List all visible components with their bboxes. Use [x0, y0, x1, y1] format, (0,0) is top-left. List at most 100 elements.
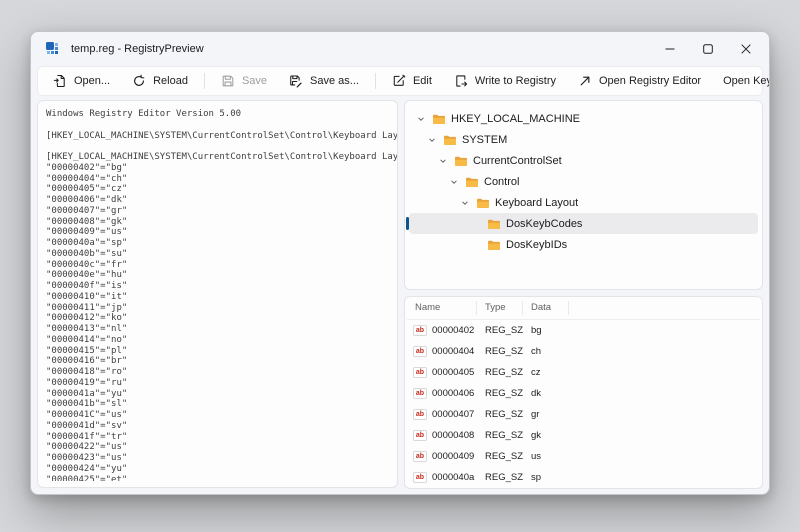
open-registry-editor-button[interactable]: Open Registry Editor [567, 69, 712, 93]
chevron-down-icon[interactable] [437, 155, 449, 167]
right-column: HKEY_LOCAL_MACHINE SYSTEM CurrentControlSe… [404, 100, 763, 489]
open-external-icon [578, 74, 592, 88]
minimize-icon [665, 44, 675, 54]
tree-item-doskeybcodes[interactable]: DosKeybCodes [409, 213, 758, 234]
open-key-button[interactable]: Open Key [712, 69, 770, 93]
tree-item-doskeybids[interactable]: DosKeybIDs [409, 234, 758, 255]
chevron-spacer [470, 218, 482, 230]
folder-icon [487, 239, 501, 251]
cell-name: ab 00000409 [407, 451, 477, 462]
tree-item-label: DosKeybIDs [506, 239, 567, 251]
table-header: NameTypeData [407, 297, 760, 320]
registry-tree: HKEY_LOCAL_MACHINE SYSTEM CurrentControlSe… [404, 100, 763, 290]
cell-data: ch [523, 346, 569, 357]
string-value-icon: ab [413, 409, 427, 420]
tree-item-system[interactable]: SYSTEM [409, 129, 758, 150]
column-header-type[interactable]: Type [477, 301, 523, 315]
app-window: temp.reg - RegistryPreview Open... Reload… [30, 31, 770, 495]
cell-type: REG_SZ [477, 325, 523, 336]
toolbar-button-label: Save as... [310, 75, 359, 87]
toolbar-button-label: Edit [413, 75, 432, 87]
table-row[interactable]: ab00000402REG_SZbg [407, 320, 760, 341]
save-icon [221, 74, 235, 88]
cell-type: REG_SZ [477, 451, 523, 462]
window-title: temp.reg - RegistryPreview [71, 43, 641, 55]
maximize-button[interactable] [689, 35, 727, 63]
window-controls [651, 32, 765, 66]
toolbar-button-label: Open Key [723, 75, 770, 87]
string-value-icon: ab [413, 472, 427, 483]
toolbar-button-label: Reload [153, 75, 188, 87]
values-table: NameTypeData ab00000402REG_SZbgab0000040… [404, 296, 763, 489]
tree-item-label: DosKeybCodes [506, 218, 582, 230]
write-to-registry-button[interactable]: Write to Registry [443, 69, 567, 93]
table-row[interactable]: ab 00000407REG_SZgr [407, 404, 760, 425]
table-row[interactable]: ab 00000409REG_SZus [407, 446, 760, 467]
tree-item-currentcontrolset[interactable]: CurrentControlSet [409, 150, 758, 171]
toolbar-button-label: Open Registry Editor [599, 75, 701, 87]
cell-data: gk [523, 430, 569, 441]
cell-data: gr [523, 409, 569, 420]
write-registry-icon [454, 74, 468, 88]
tree-item-label: SYSTEM [462, 134, 507, 146]
minimize-button[interactable] [651, 35, 689, 63]
cell-name: ab 00000408 [407, 430, 477, 441]
column-header-data[interactable]: Data [523, 301, 569, 315]
cell-data: us [523, 451, 569, 462]
toolbar: Open... Reload Save Save as... Edit Write to … [37, 66, 763, 96]
tree-item-keyboard-layout[interactable]: Keyboard Layout [409, 192, 758, 213]
table-row[interactable]: ab00000406REG_SZdk [407, 383, 760, 404]
toolbar-button-label: Write to Registry [475, 75, 556, 87]
chevron-down-icon[interactable] [415, 113, 427, 125]
string-value-icon: ab [413, 451, 427, 462]
table-row[interactable]: ab00000404REG_SZch [407, 341, 760, 362]
string-value-icon: ab [413, 346, 427, 357]
table-body: ab00000402REG_SZbgab00000404REG_SZchab00… [405, 320, 762, 488]
toolbar-button-label: Open... [74, 75, 110, 87]
table-row[interactable]: ab00000405REG_SZcz [407, 362, 760, 383]
reload-button[interactable]: Reload [121, 69, 199, 93]
save-as-button[interactable]: Save as... [278, 69, 370, 93]
folder-icon [432, 113, 446, 125]
cell-type: REG_SZ [477, 346, 523, 357]
value-name: 00000409 [432, 451, 474, 462]
edit-button[interactable]: Edit [381, 69, 443, 93]
registry-text[interactable]: Windows Registry Editor Version 5.00 [HK… [38, 101, 397, 481]
chevron-spacer [470, 239, 482, 251]
edit-icon [392, 74, 406, 88]
value-name: 00000405 [432, 367, 474, 378]
folder-icon [443, 134, 457, 146]
string-value-icon: ab [413, 430, 427, 441]
reload-icon [132, 74, 146, 88]
table-row[interactable]: ab0000040aREG_SZsp [407, 467, 760, 488]
cell-type: REG_SZ [477, 409, 523, 420]
folder-icon [476, 197, 490, 209]
tree-item-hkey-local-machine[interactable]: HKEY_LOCAL_MACHINE [409, 108, 758, 129]
tree-item-label: Control [484, 176, 519, 188]
string-value-icon: ab [413, 367, 427, 378]
close-icon [741, 44, 751, 54]
tree-item-label: CurrentControlSet [473, 155, 562, 167]
cell-data: cz [523, 367, 569, 378]
cell-type: REG_SZ [477, 472, 523, 483]
close-button[interactable] [727, 35, 765, 63]
value-name: 0000040a [432, 472, 474, 483]
value-name: 00000407 [432, 409, 474, 420]
save-button: Save [210, 69, 278, 93]
cell-data: dk [523, 388, 569, 399]
cell-name: ab 0000040a [407, 472, 477, 483]
folder-icon [465, 176, 479, 188]
tree-item-control[interactable]: Control [409, 171, 758, 192]
registry-preview-app-icon [45, 41, 61, 57]
chevron-down-icon[interactable] [448, 176, 460, 188]
chevron-down-icon[interactable] [426, 134, 438, 146]
column-header-name[interactable]: Name [407, 301, 477, 315]
cell-name: ab 00000405 [407, 367, 477, 378]
value-name: 00000408 [432, 430, 474, 441]
open-file-icon [53, 74, 67, 88]
table-row[interactable]: ab00000408REG_SZgk [407, 425, 760, 446]
registry-text-panel: Windows Registry Editor Version 5.00 [HK… [37, 100, 398, 488]
cell-name: ab00000404 [407, 346, 477, 357]
open-button[interactable]: Open... [42, 69, 121, 93]
chevron-down-icon[interactable] [459, 197, 471, 209]
